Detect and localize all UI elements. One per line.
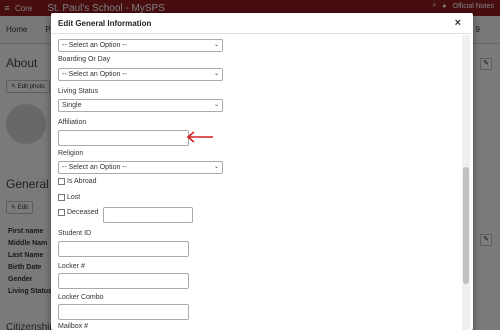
chevron-down-icon: ⌄ <box>213 42 219 48</box>
deceased-row: Deceased <box>58 209 99 216</box>
is-abroad-row: Is Abroad <box>58 178 97 185</box>
is-abroad-label: Is Abroad <box>67 178 97 185</box>
student-id-label: Student ID <box>58 230 92 237</box>
deceased-checkbox[interactable] <box>58 209 65 216</box>
arrow-icon <box>186 131 213 143</box>
boarding-label: Boarding Or Day <box>58 56 111 63</box>
locker-input[interactable] <box>58 273 189 289</box>
first-select[interactable]: -- Select an Option -- ⌄ <box>58 39 223 52</box>
locker-label: Locker # <box>58 263 85 270</box>
close-button[interactable]: × <box>455 17 461 29</box>
boarding-select[interactable]: -- Select an Option -- ⌄ <box>58 68 223 81</box>
lost-checkbox[interactable] <box>58 194 65 201</box>
deceased-date-input[interactable] <box>103 207 193 223</box>
chevron-down-icon: ⌄ <box>213 102 219 108</box>
locker-combo-input[interactable] <box>58 304 189 320</box>
lost-label: Lost <box>67 194 81 201</box>
affiliation-input[interactable] <box>58 130 189 146</box>
scrollbar-thumb[interactable] <box>463 167 469 284</box>
mailbox-label: Mailbox # <box>58 323 88 330</box>
religion-select[interactable]: -- Select an Option -- ⌄ <box>58 161 223 174</box>
modal-body: -- Select an Option -- ⌄ Boarding Or Day… <box>51 35 461 330</box>
modal-scrollbar[interactable] <box>462 35 470 330</box>
modal-header: Edit General Information × <box>51 13 473 34</box>
is-abroad-checkbox[interactable] <box>58 178 65 185</box>
affiliation-label: Affiliation <box>58 119 87 126</box>
deceased-label: Deceased <box>67 209 99 216</box>
chevron-down-icon: ⌄ <box>213 71 219 77</box>
living-status-select[interactable]: Single ⌄ <box>58 99 223 112</box>
chevron-down-icon: ⌄ <box>213 164 219 170</box>
modal-title: Edit General Information <box>58 18 152 28</box>
lost-row: Lost <box>58 194 80 201</box>
student-id-input[interactable] <box>58 241 189 257</box>
religion-label: Religion <box>58 150 84 157</box>
edit-general-information-modal: Edit General Information × -- Select an … <box>51 13 473 330</box>
locker-combo-label: Locker Combo <box>58 294 104 301</box>
living-status-label: Living Status <box>58 88 99 95</box>
